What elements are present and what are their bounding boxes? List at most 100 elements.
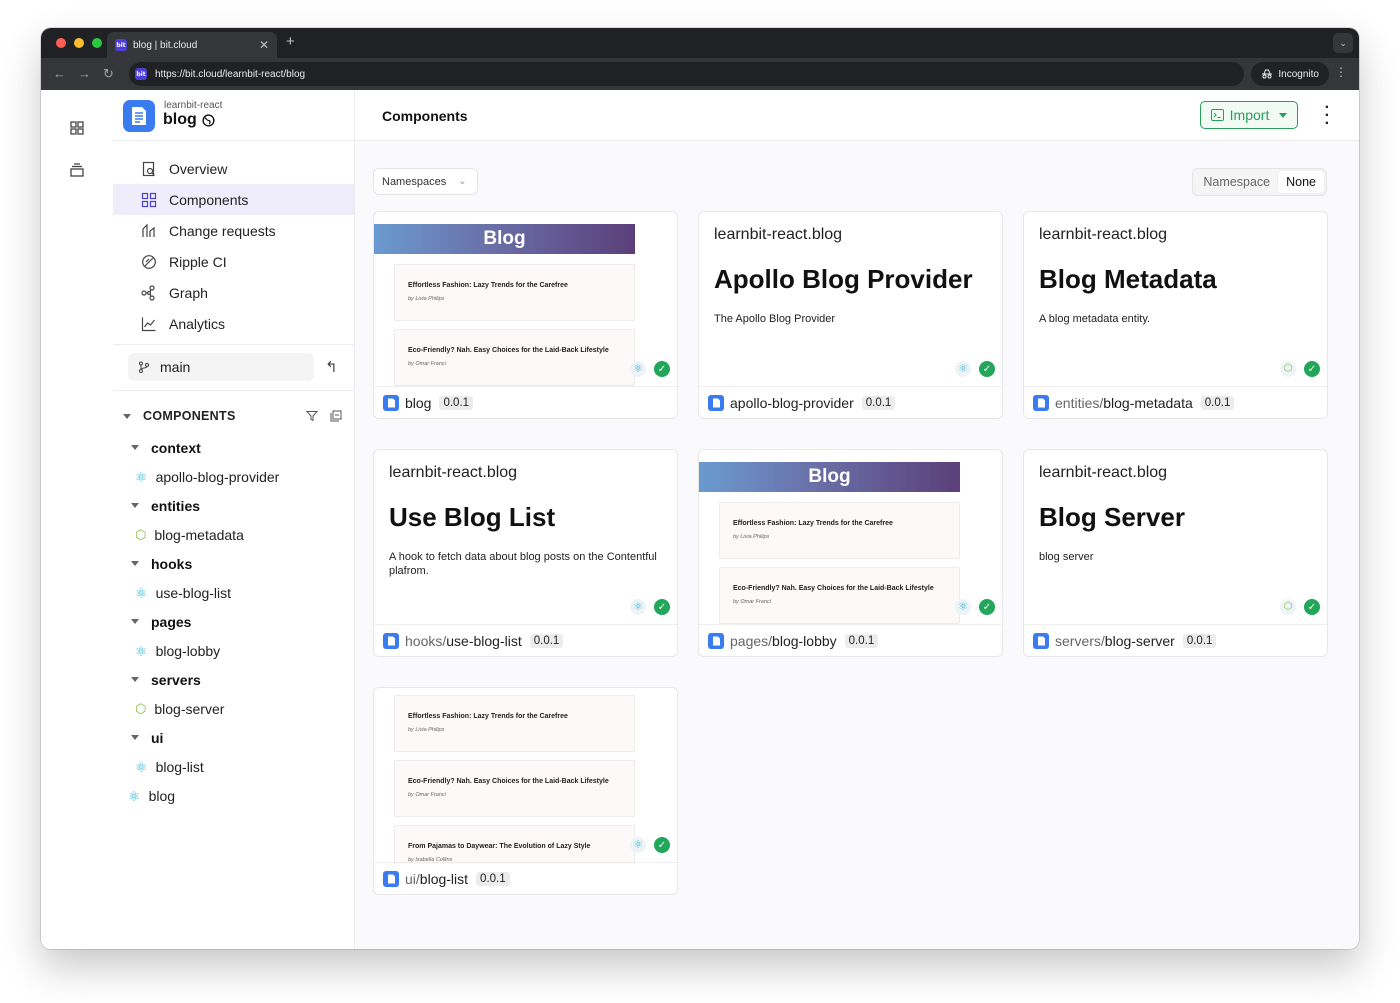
tree-folder-context[interactable]: context xyxy=(113,433,354,462)
tree-folder-servers[interactable]: servers xyxy=(113,665,354,694)
post-title: Eco-Friendly? Nah. Easy Choices for the … xyxy=(733,585,934,592)
stack-icon[interactable] xyxy=(69,162,85,178)
version-badge: 0.0.1 xyxy=(439,395,474,410)
card-badges: ⚛ ✓ xyxy=(955,599,995,615)
card-footer: entities/blog-metadata 0.0.1 xyxy=(1024,386,1327,418)
caret-down-icon xyxy=(131,445,139,450)
new-tab-button[interactable]: + xyxy=(286,33,295,50)
card-title: Blog Server xyxy=(1039,502,1185,532)
collapse-all-icon[interactable] xyxy=(330,410,342,422)
post-author: by Livia Philips xyxy=(408,296,445,302)
card-scope: learnbit-react.blog xyxy=(714,226,843,243)
caret-down-icon xyxy=(1279,112,1288,118)
ripple-ci-icon xyxy=(142,254,156,269)
component-card-apollo-blog-provider[interactable]: learnbit-react.blog Apollo Blog Provider… xyxy=(698,211,1003,419)
back-arrow-icon[interactable]: ← xyxy=(53,66,66,81)
card-scope: learnbit-react.blog xyxy=(1039,464,1168,481)
react-env-icon: ⚛ xyxy=(630,599,646,615)
scope-owner[interactable]: learnbit-react xyxy=(164,100,222,111)
tree-item-blog-metadata[interactable]: ⬡ blog-metadata xyxy=(113,520,354,549)
tree-item-blog-list[interactable]: ⚛ blog-list xyxy=(113,752,354,781)
chevron-down-icon: ⌄ xyxy=(458,176,467,187)
post-author: by Livia Philips xyxy=(733,534,770,540)
react-icon: ⚛ xyxy=(135,642,148,659)
tree-item-apollo-blog-provider[interactable]: ⚛ apollo-blog-provider xyxy=(113,462,354,491)
group-by-none-option[interactable]: None xyxy=(1278,171,1324,193)
scope-logo-icon[interactable] xyxy=(123,100,155,132)
namespaces-dropdown[interactable]: Namespaces ⌄ xyxy=(373,168,478,195)
address-bar[interactable]: bit https://bit.cloud/learnbit-react/blo… xyxy=(129,62,1244,86)
nav-item-components[interactable]: Components xyxy=(113,184,354,215)
component-doc-icon xyxy=(383,394,399,411)
react-env-icon: ⚛ xyxy=(955,599,971,615)
maximize-window-button[interactable] xyxy=(92,38,102,48)
build-success-icon: ✓ xyxy=(654,361,670,377)
reload-icon[interactable]: ↻ xyxy=(103,66,114,82)
main-panel: Components Import · · · Namespaces ⌄ Names… xyxy=(355,90,1359,949)
tree-folder-ui[interactable]: ui xyxy=(113,723,354,752)
nav-item-graph[interactable]: Graph xyxy=(113,277,354,308)
tab-close-icon[interactable]: ✕ xyxy=(259,38,269,52)
more-options-icon[interactable]: · · · xyxy=(1325,100,1330,132)
card-badges: ⚛ ✓ xyxy=(630,599,670,615)
post-author: by Omar Franci xyxy=(408,361,446,367)
browser-menu-icon[interactable]: ⋮ xyxy=(1335,65,1347,79)
tree-item-blog-lobby[interactable]: ⚛ blog-lobby xyxy=(113,636,354,665)
card-badges: ⚛ ✓ xyxy=(630,361,670,377)
bit-favicon-icon: bit xyxy=(115,39,127,51)
preview-post: From Pajamas to Daywear: The Evolution o… xyxy=(394,825,635,864)
caret-down-icon xyxy=(131,561,139,566)
nav-item-change-requests[interactable]: Change requests xyxy=(113,215,354,246)
browser-tab[interactable]: bit blog | bit.cloud ✕ xyxy=(107,32,277,58)
window-controls xyxy=(56,38,102,48)
component-card-blog-server[interactable]: learnbit-react.blog Blog Server blog ser… xyxy=(1023,449,1328,657)
component-doc-icon xyxy=(383,870,399,887)
filter-icon[interactable] xyxy=(306,410,318,422)
tree-header[interactable]: COMPONENTS xyxy=(113,405,354,427)
tree-folder-hooks[interactable]: hooks xyxy=(113,549,354,578)
apps-grid-icon[interactable] xyxy=(69,120,85,136)
component-name: apollo-blog-provider xyxy=(730,394,854,411)
component-card-use-blog-list[interactable]: learnbit-react.blog Use Blog List A hook… xyxy=(373,449,678,657)
component-name: ui/blog-list xyxy=(405,870,469,887)
component-name: hooks/use-blog-list xyxy=(405,632,522,649)
build-success-icon: ✓ xyxy=(654,837,670,853)
page-title: Components xyxy=(382,108,468,124)
filter-row: Namespaces ⌄ Namespace None xyxy=(373,168,1327,196)
nav-item-label: Overview xyxy=(169,160,228,177)
caret-down-icon xyxy=(131,677,139,682)
component-card-blog-metadata[interactable]: learnbit-react.blog Blog Metadata A blog… xyxy=(1023,211,1328,419)
tree-item-blog[interactable]: ⚛ blog xyxy=(113,781,354,810)
import-button[interactable]: Import xyxy=(1200,101,1298,129)
tree-item-label: blog-metadata xyxy=(154,526,244,543)
close-window-button[interactable] xyxy=(56,38,66,48)
tree-item-use-blog-list[interactable]: ⚛ use-blog-list xyxy=(113,578,354,607)
minimize-window-button[interactable] xyxy=(74,38,84,48)
card-scope: learnbit-react.blog xyxy=(389,464,518,481)
lane-selector[interactable]: main xyxy=(128,353,314,381)
post-title: Effortless Fashion: Lazy Trends for the … xyxy=(408,282,568,289)
component-card-blog-list[interactable]: Effortless Fashion: Lazy Trends for the … xyxy=(373,687,678,895)
tree-item-label: blog xyxy=(148,787,176,804)
version-badge: 0.0.1 xyxy=(529,633,564,648)
change-requests-icon xyxy=(142,223,155,237)
group-by-namespace-option[interactable]: Namespace xyxy=(1195,171,1278,193)
nav-item-analytics[interactable]: Analytics xyxy=(113,308,354,339)
component-card-blog-lobby[interactable]: Blog Effortless Fashion: Lazy Trends for… xyxy=(698,449,1003,657)
tree-folder-pages[interactable]: pages xyxy=(113,607,354,636)
scope-name[interactable]: blog xyxy=(163,111,197,129)
branch-icon xyxy=(139,361,149,373)
tree-folder-entities[interactable]: entities xyxy=(113,491,354,520)
react-env-icon: ⚛ xyxy=(955,361,971,377)
incognito-indicator[interactable]: Incognito xyxy=(1251,62,1329,86)
post-author: by Omar Franci xyxy=(733,599,771,605)
nav-item-ripple-ci[interactable]: Ripple CI xyxy=(113,246,354,277)
card-title: Blog Metadata xyxy=(1039,264,1217,294)
nav-item-overview[interactable]: Overview xyxy=(113,153,354,184)
tab-search-button[interactable]: ⌄ xyxy=(1333,33,1353,53)
back-to-main-icon[interactable]: ↰ xyxy=(325,358,338,376)
forward-arrow-icon[interactable]: → xyxy=(78,66,91,81)
card-scope: learnbit-react.blog xyxy=(1039,226,1168,243)
component-card-blog[interactable]: Blog Effortless Fashion: Lazy Trends for… xyxy=(373,211,678,419)
tree-item-blog-server[interactable]: ⬡ blog-server xyxy=(113,694,354,723)
